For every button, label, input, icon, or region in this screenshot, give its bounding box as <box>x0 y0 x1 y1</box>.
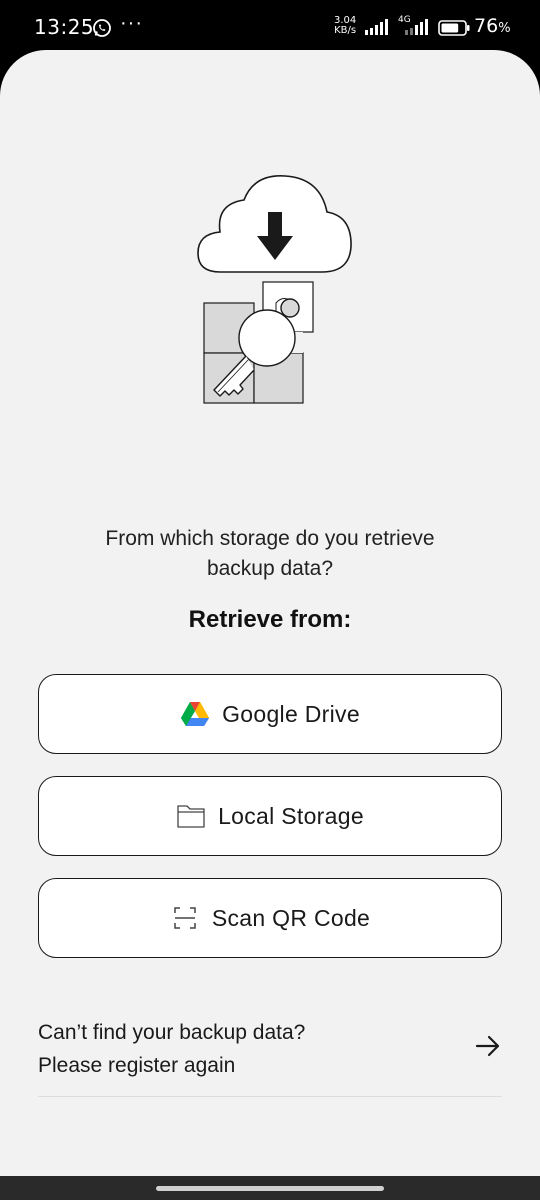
status-time: 13:25 <box>34 15 95 39</box>
help-line2: Please register again <box>38 1054 236 1077</box>
navigation-bar <box>0 1176 540 1200</box>
google-drive-icon <box>181 702 210 726</box>
network-speed: 3.04 KB/s <box>334 16 356 36</box>
retrieve-question: From which storage do you retrieve backu… <box>60 524 480 584</box>
register-again-link[interactable]: Can’t find your backup data? Please regi… <box>38 1016 502 1096</box>
status-bar: 13:25 ··· 3.04 KB/s 4G 76% <box>0 0 540 56</box>
network-speed-unit: KB/s <box>334 25 357 36</box>
retrieve-question-line2: backup data? <box>206 557 334 580</box>
battery-icon <box>438 20 470 36</box>
local-storage-button[interactable]: Local Storage <box>38 776 502 856</box>
folder-icon <box>177 805 205 828</box>
local-storage-label: Local Storage <box>218 802 364 829</box>
battery-percent-unit: % <box>498 21 511 36</box>
battery-percent: 76% <box>474 15 511 37</box>
signal-icon <box>365 19 388 35</box>
retrieve-backup-sheet: From which storage do you retrieve backu… <box>0 50 540 1176</box>
register-again-text: Can’t find your backup data? Please regi… <box>38 1016 305 1082</box>
retrieve-question-line1: From which storage do you retrieve <box>105 527 435 550</box>
backup-restore-illustration <box>197 175 352 404</box>
signal-icon-secondary <box>405 19 428 35</box>
scan-qr-code-label: Scan QR Code <box>211 904 371 931</box>
google-drive-label: Google Drive <box>222 700 360 727</box>
google-drive-button[interactable]: Google Drive <box>38 674 502 754</box>
arrow-right-icon[interactable] <box>474 1032 502 1060</box>
key-illustration <box>238 309 296 367</box>
help-line1: Can’t find your backup data? <box>38 1021 306 1044</box>
more-notifications-icon: ··· <box>120 12 143 34</box>
scan-qr-code-button[interactable]: Scan QR Code <box>38 878 502 958</box>
qr-scan-icon <box>174 907 196 929</box>
battery-percent-value: 76 <box>474 15 499 37</box>
retrieve-from-heading: Retrieve from: <box>188 606 352 633</box>
divider <box>38 1096 502 1097</box>
home-indicator[interactable] <box>156 1186 384 1191</box>
whatsapp-icon <box>93 19 111 37</box>
